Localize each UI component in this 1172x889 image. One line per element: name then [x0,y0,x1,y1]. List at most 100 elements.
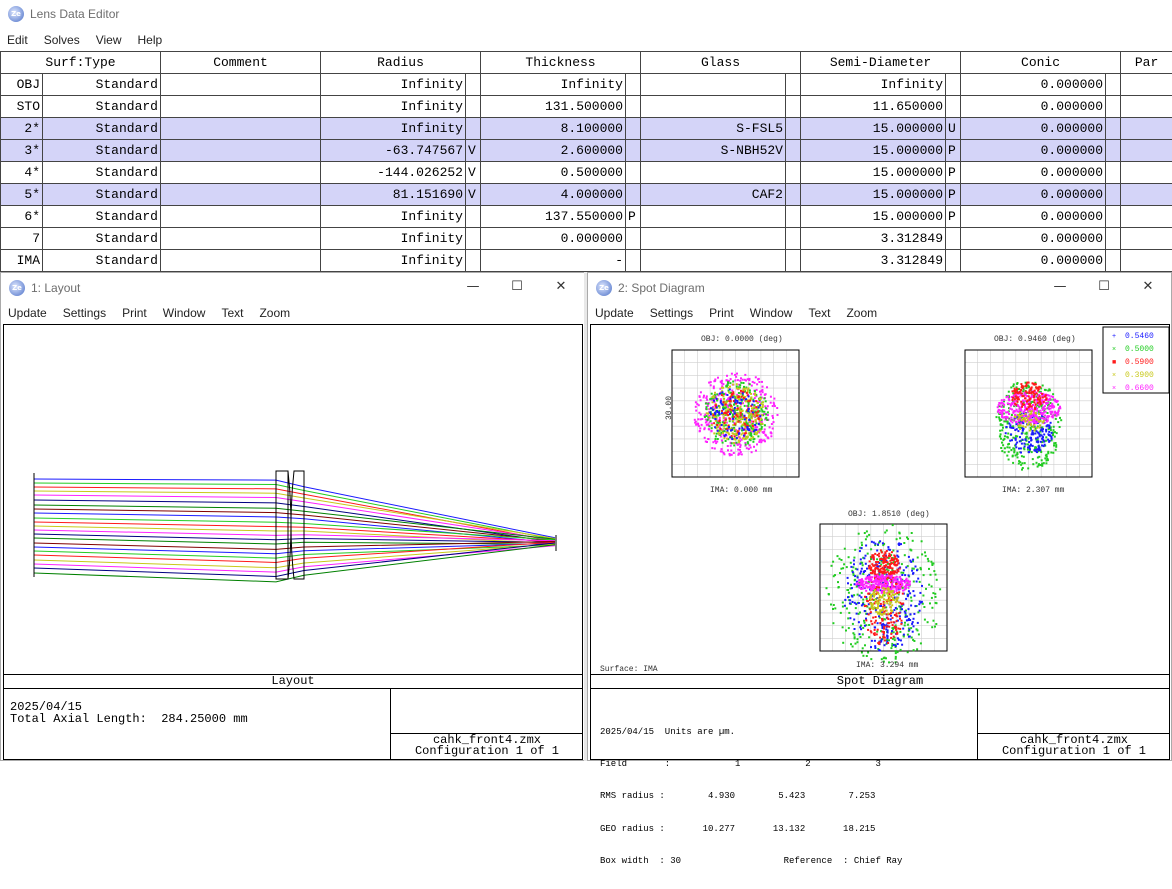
surface-row[interactable]: OBJStandardInfinityInfinityInfinity0.000… [1,74,1172,96]
type-cell[interactable]: Standard [43,206,161,228]
col-semi-diameter[interactable]: Semi-Diameter [801,52,961,74]
radius-cell[interactable]: Infinity [321,96,466,118]
surf-cell[interactable]: 2* [1,118,43,140]
thickness-solve-cell[interactable] [626,96,641,118]
type-cell[interactable]: Standard [43,162,161,184]
glass-cell[interactable] [641,96,786,118]
semi-diameter-solve-cell[interactable]: P [946,184,961,206]
semi-diameter-solve-cell[interactable]: P [946,206,961,228]
glass-cell[interactable] [641,162,786,184]
layout-menu-update[interactable]: Update [8,306,47,320]
layout-menu-text[interactable]: Text [221,306,243,320]
minimize-icon[interactable]: — [1038,279,1082,294]
conic-solve-cell[interactable] [1106,96,1121,118]
radius-cell[interactable]: Infinity [321,206,466,228]
thickness-solve-cell[interactable] [626,162,641,184]
surface-row[interactable]: STOStandard Infinity 131.500000 11.650000 0.… [1,96,1172,118]
conic-cell[interactable]: 0.000000 [961,162,1106,184]
semi-diameter-cell[interactable]: 3.312849 [801,228,946,250]
glass-cell[interactable] [641,250,786,272]
type-cell[interactable]: Standard [43,184,161,206]
radius-cell[interactable]: -144.026252 [321,162,466,184]
conic-cell[interactable]: 0.000000 [961,250,1106,272]
surf-cell[interactable]: 5* [1,184,43,206]
radius-solve-cell[interactable]: V [466,162,481,184]
thickness-cell[interactable]: 131.500000 [481,96,626,118]
comment-cell[interactable] [161,162,321,184]
comment-cell[interactable] [161,206,321,228]
conic-solve-cell[interactable] [1106,74,1121,96]
semi-diameter-solve-cell[interactable]: U [946,118,961,140]
type-cell[interactable]: Standard [43,250,161,272]
spot-plot[interactable]: OBJ: 0.0000 (deg) IMA: 0.000 mm 30.00 OB… [590,324,1170,675]
conic-cell[interactable]: 0.000000 [961,184,1106,206]
par-cell[interactable] [1121,162,1172,184]
type-cell[interactable]: Standard [43,96,161,118]
semi-diameter-cell[interactable]: 3.312849 [801,250,946,272]
par-cell[interactable] [1121,74,1172,96]
radius-solve-cell[interactable]: V [466,140,481,162]
thickness-cell[interactable]: Infinity [481,74,626,96]
glass-solve-cell[interactable] [786,206,801,228]
radius-solve-cell[interactable] [466,250,481,272]
col-surf-type[interactable]: Surf:Type [1,52,161,74]
thickness-cell[interactable]: 2.600000 [481,140,626,162]
layout-menu-print[interactable]: Print [122,306,147,320]
thickness-solve-cell[interactable] [626,140,641,162]
conic-solve-cell[interactable] [1106,162,1121,184]
layout-menu-zoom[interactable]: Zoom [259,306,290,320]
type-cell[interactable]: Standard [43,140,161,162]
comment-cell[interactable] [161,184,321,206]
surf-cell[interactable]: 4* [1,162,43,184]
thickness-cell[interactable]: 0.500000 [481,162,626,184]
surface-row[interactable]: 5*Standard81.151690V4.000000CAF215.00000… [1,184,1172,206]
surf-cell[interactable]: OBJ [1,74,43,96]
glass-cell[interactable] [641,228,786,250]
glass-solve-cell[interactable] [786,74,801,96]
thickness-cell[interactable]: - [481,250,626,272]
glass-solve-cell[interactable] [786,228,801,250]
radius-solve-cell[interactable] [466,74,481,96]
layout-plot[interactable] [3,324,583,675]
radius-solve-cell[interactable] [466,118,481,140]
close-icon[interactable]: ✕ [539,279,583,294]
conic-cell[interactable]: 0.000000 [961,228,1106,250]
col-thickness[interactable]: Thickness [481,52,641,74]
radius-solve-cell[interactable] [466,228,481,250]
par-cell[interactable] [1121,140,1172,162]
radius-solve-cell[interactable] [466,206,481,228]
semi-diameter-solve-cell[interactable] [946,74,961,96]
radius-solve-cell[interactable]: V [466,184,481,206]
type-cell[interactable]: Standard [43,118,161,140]
comment-cell[interactable] [161,118,321,140]
conic-solve-cell[interactable] [1106,228,1121,250]
glass-solve-cell[interactable] [786,184,801,206]
comment-cell[interactable] [161,228,321,250]
thickness-solve-cell[interactable] [626,118,641,140]
par-cell[interactable] [1121,250,1172,272]
comment-cell[interactable] [161,74,321,96]
comment-cell[interactable] [161,140,321,162]
radius-cell[interactable]: 81.151690 [321,184,466,206]
radius-cell[interactable]: Infinity [321,228,466,250]
par-cell[interactable] [1121,206,1172,228]
semi-diameter-cell[interactable]: 11.650000 [801,96,946,118]
spot-menu-update[interactable]: Update [595,306,634,320]
conic-cell[interactable]: 0.000000 [961,206,1106,228]
thickness-cell[interactable]: 0.000000 [481,228,626,250]
thickness-solve-cell[interactable] [626,74,641,96]
conic-cell[interactable]: 0.000000 [961,96,1106,118]
glass-solve-cell[interactable] [786,140,801,162]
conic-cell[interactable]: 0.000000 [961,74,1106,96]
thickness-solve-cell[interactable]: P [626,206,641,228]
thickness-solve-cell[interactable] [626,184,641,206]
glass-cell[interactable]: S-FSL5 [641,118,786,140]
radius-cell[interactable]: Infinity [321,118,466,140]
minimize-icon[interactable]: — [451,279,495,294]
surface-row[interactable]: 7StandardInfinity0.0000003.3128490.00000… [1,228,1172,250]
surf-cell[interactable]: STO [1,96,43,118]
semi-diameter-cell[interactable]: 15.000000 [801,118,946,140]
glass-solve-cell[interactable] [786,250,801,272]
radius-cell[interactable]: Infinity [321,74,466,96]
conic-solve-cell[interactable] [1106,250,1121,272]
